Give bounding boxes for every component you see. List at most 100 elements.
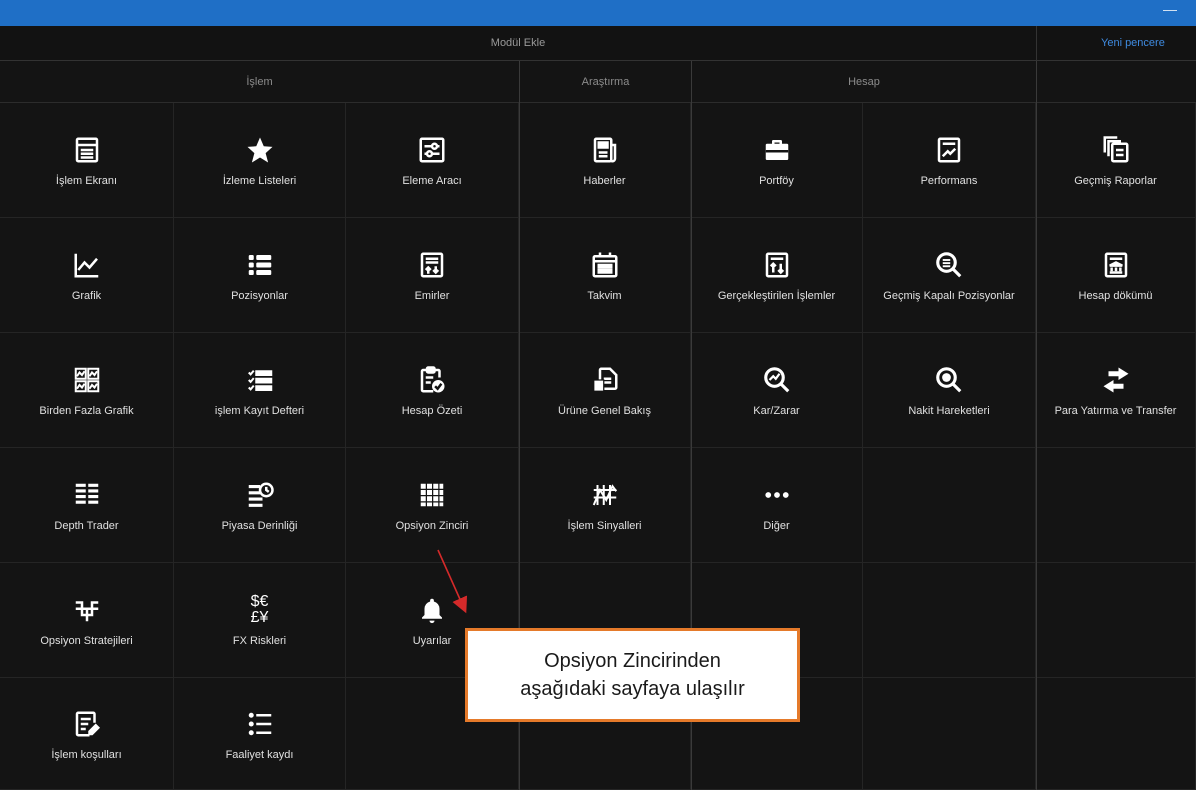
tile-label: Uyarılar (412, 635, 452, 647)
order-form-icon (414, 247, 450, 283)
chart-report-icon (931, 132, 967, 168)
tile-emirler[interactable]: Emirler (346, 218, 519, 333)
magnifier-coin-icon (931, 362, 967, 398)
tile-islem-kosullari[interactable]: İşlem koşulları (0, 678, 174, 790)
documents-stack-icon (1098, 132, 1134, 168)
tile-piyasa-derinligi[interactable]: Piyasa Derinliği (174, 448, 346, 563)
tile-nakit-hareketleri[interactable]: Nakit Hareketleri (863, 333, 1036, 448)
tile-label: Depth Trader (54, 520, 119, 532)
section-divider (1036, 61, 1037, 790)
tile-label: Takvim (587, 290, 622, 302)
clock-list-icon (242, 477, 278, 513)
bell-icon (414, 592, 450, 628)
new-window-link[interactable]: Yeni pencere (1036, 26, 1196, 60)
empty-cell (863, 563, 1036, 678)
section-arastirma: Araştırma (519, 61, 691, 103)
grid-icon (414, 477, 450, 513)
calendar-icon (587, 247, 623, 283)
tile-opsiyon-stratejileri[interactable]: Opsiyon Stratejileri (0, 563, 174, 678)
bullet-list-icon (242, 706, 278, 742)
briefcase-icon (759, 132, 795, 168)
strategy-icon (69, 592, 105, 628)
tile-label: Kar/Zarar (753, 405, 800, 417)
tile-label: Ürüne Genel Bakış (558, 405, 651, 417)
tile-diger[interactable]: Diğer (691, 448, 863, 563)
magnifier-chart-icon (759, 362, 795, 398)
tile-label: Geçmiş Kapalı Pozisyonlar (883, 290, 1015, 302)
ellipsis-icon (759, 477, 795, 513)
tile-hesap-dokumu[interactable]: Hesap dökümü (1036, 218, 1196, 333)
tile-takvim[interactable]: Takvim (519, 218, 691, 333)
tile-label: Diğer (763, 520, 790, 532)
tile-islem-sinyalleri[interactable]: İşlem Sinyalleri (519, 448, 691, 563)
tile-birden-fazla-grafik[interactable]: Birden Fazla Grafik (0, 333, 174, 448)
tile-urune-genel-bakis[interactable]: Ürüne Genel Bakış (519, 333, 691, 448)
tile-haberler[interactable]: Haberler (519, 103, 691, 218)
star-icon (242, 132, 278, 168)
tile-label: Geçmiş Raporlar (1074, 175, 1157, 187)
tile-pozisyonlar[interactable]: Pozisyonlar (174, 218, 346, 333)
empty-cell (863, 448, 1036, 563)
tile-izleme-listeleri[interactable]: İzleme Listeleri (174, 103, 346, 218)
tile-label: Eleme Aracı (402, 175, 462, 187)
tile-islem-kayit-defteri[interactable]: işlem Kayıt Defteri (174, 333, 346, 448)
empty-cell (863, 678, 1036, 790)
module-header: Modül Ekle Yeni pencere (0, 26, 1196, 61)
tile-gecmis-kapali[interactable]: Geçmiş Kapalı Pozisyonlar (863, 218, 1036, 333)
signal-chart-icon (587, 477, 623, 513)
tile-label: İşlem koşulları (51, 748, 122, 761)
tile-label: Piyasa Derinliği (221, 520, 298, 532)
tile-label: Portföy (759, 175, 794, 187)
tile-label: Birden Fazla Grafik (39, 405, 134, 417)
tile-fx-riskleri[interactable]: $€ £¥ FX Riskleri (174, 563, 346, 678)
tile-label: Emirler (414, 290, 450, 302)
tile-hesap-ozeti[interactable]: Hesap Özeti (346, 333, 519, 448)
tile-gecmis-raporlar[interactable]: Geçmiş Raporlar (1036, 103, 1196, 218)
minimize-button[interactable]: — (1156, 2, 1184, 20)
tile-portfoy[interactable]: Portföy (691, 103, 863, 218)
newspaper-icon (587, 132, 623, 168)
page-title: Modül Ekle (490, 37, 546, 49)
tile-eleme-araci[interactable]: Eleme Aracı (346, 103, 519, 218)
search-list-icon (931, 247, 967, 283)
tile-opsiyon-zinciri[interactable]: Opsiyon Zinciri (346, 448, 519, 563)
empty-cell (1036, 678, 1196, 790)
line-chart-icon (69, 247, 105, 283)
tile-label: Grafik (71, 290, 102, 302)
empty-cell (1036, 448, 1196, 563)
tile-label: İzleme Listeleri (222, 175, 297, 187)
tile-faaliyet-kaydi[interactable]: Faaliyet kaydı (174, 678, 346, 790)
document-pen-icon (69, 706, 105, 742)
trade-arrows-doc-icon (759, 247, 795, 283)
tile-islem-ekrani[interactable]: İşlem Ekranı (0, 103, 174, 218)
tile-para-yatirma[interactable]: Para Yatırma ve Transfer (1036, 333, 1196, 448)
calculator-icon (69, 132, 105, 168)
currency-icon: $€ £¥ (242, 592, 278, 628)
tile-label: İşlem Ekranı (55, 175, 118, 187)
tile-label: işlem Kayıt Defteri (214, 405, 305, 417)
tile-gerceklestirilen[interactable]: Gerçekleştirilen İşlemler (691, 218, 863, 333)
tile-label: Opsiyon Zinciri (395, 520, 469, 532)
tile-kar-zarar[interactable]: Kar/Zarar (691, 333, 863, 448)
callout-line-1: Opsiyon Zincirinden (544, 650, 721, 672)
checklist-icon (242, 362, 278, 398)
tile-performans[interactable]: Performans (863, 103, 1036, 218)
sliders-icon (414, 132, 450, 168)
tile-label: Opsiyon Stratejileri (40, 635, 133, 647)
section-empty (1036, 61, 1196, 103)
multi-chart-icon (69, 362, 105, 398)
callout-line-2: aşağıdaki sayfaya ulaşılır (520, 678, 745, 700)
depth-bars-icon (69, 477, 105, 513)
tile-label: Haberler (583, 175, 626, 187)
tile-label: Nakit Hareketleri (908, 405, 990, 417)
bank-statement-icon (1098, 247, 1134, 283)
section-hesap: Hesap (691, 61, 1036, 103)
annotation-callout: Opsiyon Zincirinden aşağıdaki sayfaya ul… (465, 628, 800, 722)
tile-label: Hesap Özeti (401, 405, 463, 417)
currency-symbols-bottom: £¥ (250, 609, 269, 626)
tile-label: FX Riskleri (232, 635, 287, 647)
tile-grafik[interactable]: Grafik (0, 218, 174, 333)
list-icon (242, 247, 278, 283)
tile-depth-trader[interactable]: Depth Trader (0, 448, 174, 563)
currency-symbols-top: $€ (250, 593, 269, 610)
